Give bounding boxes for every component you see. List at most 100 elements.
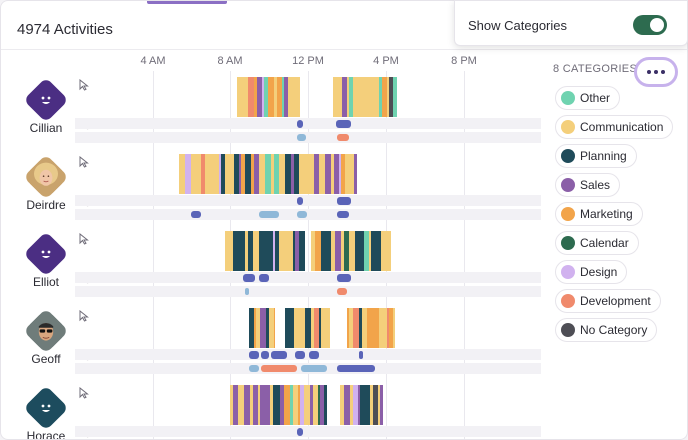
category-chip[interactable]: Design xyxy=(555,260,628,284)
category-chip[interactable]: Calendar xyxy=(555,231,639,255)
call-pill[interactable] xyxy=(336,120,351,128)
lane-background xyxy=(75,426,541,437)
more-dots-icon xyxy=(654,70,658,74)
meeting-pill[interactable] xyxy=(191,211,201,218)
lane-background xyxy=(75,349,541,360)
call-pill[interactable] xyxy=(271,351,287,359)
person-row: Cillian xyxy=(1,75,541,152)
category-chip[interactable]: Development xyxy=(555,289,661,313)
show-categories-popup: Show Categories xyxy=(454,0,688,46)
axis-tick-label: 12 PM xyxy=(292,55,324,67)
meeting-pill[interactable] xyxy=(261,365,297,372)
axis-tick-label: 4 PM xyxy=(373,55,399,67)
person-row: Geoff xyxy=(1,306,541,383)
category-label: Other xyxy=(580,91,611,105)
activity-lane[interactable] xyxy=(75,385,541,425)
call-pill[interactable] xyxy=(359,351,363,359)
active-tab-indicator xyxy=(147,1,227,4)
call-pill[interactable] xyxy=(297,428,303,436)
category-color-dot xyxy=(561,149,575,163)
activity-lane[interactable] xyxy=(75,154,541,194)
meeting-pill[interactable] xyxy=(337,288,347,295)
avatar[interactable] xyxy=(23,154,69,200)
meeting-pill[interactable] xyxy=(337,365,375,372)
axis-tick-label: 8 PM xyxy=(451,55,477,67)
call-pill[interactable] xyxy=(297,120,303,128)
category-chip[interactable]: Communication xyxy=(555,115,674,139)
person-row: Deirdre xyxy=(1,152,541,229)
meeting-pill[interactable] xyxy=(245,288,249,295)
avatar[interactable] xyxy=(23,231,69,277)
category-chip[interactable]: Planning xyxy=(555,144,637,168)
show-categories-label: Show Categories xyxy=(468,18,567,33)
category-color-dot xyxy=(561,323,575,337)
meeting-pill[interactable] xyxy=(297,211,307,218)
lane-background xyxy=(75,286,541,297)
category-label: Sales xyxy=(580,178,611,192)
category-chip[interactable]: Other xyxy=(555,86,621,110)
person-row: Elliot xyxy=(1,229,541,306)
meeting-pill[interactable] xyxy=(301,365,327,372)
call-pill[interactable] xyxy=(261,351,269,359)
avatar-face xyxy=(30,315,62,347)
activity-bar[interactable] xyxy=(299,231,305,271)
activity-lane[interactable] xyxy=(75,308,541,348)
lane-background xyxy=(75,272,541,283)
avatar-face xyxy=(30,84,62,116)
call-pill[interactable] xyxy=(337,274,351,282)
category-label: Design xyxy=(580,265,618,279)
meeting-pill[interactable] xyxy=(249,365,259,372)
activity-lane[interactable] xyxy=(75,77,541,117)
show-categories-toggle[interactable] xyxy=(633,15,667,35)
lane-background xyxy=(75,195,541,206)
categories-count: 8 CATEGORIES xyxy=(553,63,638,75)
category-chip[interactable]: Marketing xyxy=(555,202,643,226)
category-label: Marketing xyxy=(580,207,633,221)
category-chip[interactable]: Sales xyxy=(555,173,621,197)
meeting-pill[interactable] xyxy=(337,134,349,141)
avatar-face xyxy=(30,238,62,270)
header-divider xyxy=(1,49,687,50)
more-options-button[interactable] xyxy=(634,57,678,87)
activity-bar[interactable] xyxy=(393,308,395,348)
call-pill[interactable] xyxy=(309,351,319,359)
call-pill[interactable] xyxy=(243,274,255,282)
activity-card: 4974 Activities 4 AM 8 AM 12 PM 4 PM 8 P… xyxy=(0,0,688,440)
activity-lane[interactable] xyxy=(75,231,541,271)
avatar-face xyxy=(30,161,62,193)
more-dots-icon xyxy=(647,70,651,74)
call-pill[interactable] xyxy=(295,351,305,359)
activity-bar[interactable] xyxy=(354,154,357,194)
category-chip[interactable]: No Category xyxy=(555,318,658,342)
activity-bar[interactable] xyxy=(324,385,327,425)
call-pill[interactable] xyxy=(259,274,269,282)
call-pill[interactable] xyxy=(297,197,303,205)
lane-background xyxy=(75,118,541,129)
meeting-pill[interactable] xyxy=(337,211,349,218)
activity-bar[interactable] xyxy=(393,77,397,117)
avatar[interactable] xyxy=(23,385,69,431)
category-label: No Category xyxy=(580,323,648,337)
call-pill[interactable] xyxy=(249,351,259,359)
toggle-knob xyxy=(650,18,664,32)
activity-bar[interactable] xyxy=(274,308,275,348)
axis-tick-label: 4 AM xyxy=(140,55,166,67)
activity-bar[interactable] xyxy=(325,308,330,348)
category-label: Calendar xyxy=(580,236,629,250)
lane-background xyxy=(75,132,541,143)
category-color-dot xyxy=(561,294,575,308)
meeting-pill[interactable] xyxy=(297,134,306,141)
axis-tick-label: 8 AM xyxy=(217,55,243,67)
avatar[interactable] xyxy=(23,308,69,354)
time-axis: 4 AM 8 AM 12 PM 4 PM 8 PM xyxy=(75,55,541,71)
call-pill[interactable] xyxy=(337,197,351,205)
avatar[interactable] xyxy=(23,77,69,123)
person-row: Horace xyxy=(1,383,541,439)
category-label: Development xyxy=(580,294,651,308)
category-color-dot xyxy=(561,265,575,279)
activity-bar[interactable] xyxy=(380,385,383,425)
meeting-pill[interactable] xyxy=(259,211,279,218)
activity-bar[interactable] xyxy=(297,77,300,117)
activity-bar[interactable] xyxy=(389,231,391,271)
activities-count-title: 4974 Activities xyxy=(17,21,113,38)
